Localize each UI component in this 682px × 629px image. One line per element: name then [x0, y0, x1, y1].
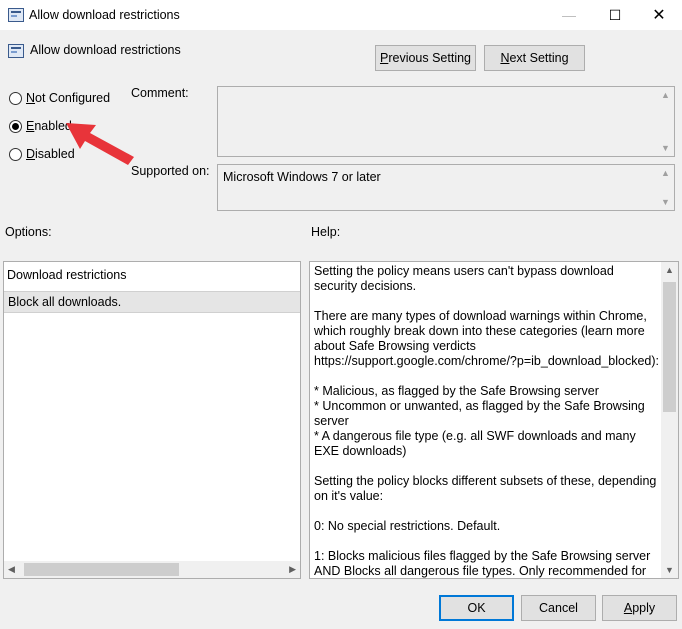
supported-on-label: Supported on:: [131, 164, 210, 178]
radio-mnemonic: D: [26, 147, 36, 161]
comment-scrollbar[interactable]: ▲ ▼: [657, 87, 674, 156]
selected-value: Block all downloads.: [8, 295, 122, 309]
window-title: Allow download restrictions: [29, 8, 180, 22]
previous-mnemonic: P: [379, 51, 389, 65]
supported-on-field: Microsoft Windows 7 or later ▲ ▼: [217, 164, 675, 211]
supported-on-value: Microsoft Windows 7 or later: [223, 170, 381, 184]
download-restrictions-label: Download restrictions: [7, 268, 127, 282]
policy-name: Allow download restrictions: [30, 43, 181, 57]
scroll-left-icon[interactable]: ◀: [8, 564, 15, 575]
apply-label: pply: [632, 601, 656, 615]
scroll-up-icon[interactable]: ▲: [661, 265, 678, 275]
supported-scrollbar[interactable]: ▲ ▼: [657, 165, 674, 210]
minimize-icon[interactable]: —: [546, 0, 592, 30]
help-panel: Setting the policy means users can't byp…: [309, 261, 679, 579]
close-icon[interactable]: ✕: [636, 0, 682, 30]
previous-setting-button[interactable]: Previous Setting: [375, 45, 476, 71]
cancel-button[interactable]: Cancel: [521, 595, 596, 621]
help-text: Setting the policy means users can't byp…: [314, 264, 660, 578]
radio-mnemonic: N: [26, 91, 36, 105]
help-scrollbar[interactable]: ▲ ▼: [661, 262, 678, 578]
scroll-down-icon[interactable]: ▼: [657, 197, 674, 207]
options-hscrollbar[interactable]: ◀ ▶: [4, 561, 300, 578]
help-scroll-thumb[interactable]: [663, 282, 676, 412]
radio-circle-checked: [9, 120, 22, 133]
scroll-down-icon[interactable]: ▼: [657, 143, 674, 153]
annotation-arrow-icon: [66, 123, 134, 165]
scroll-down-icon[interactable]: ▼: [661, 565, 678, 575]
ok-button[interactable]: OK: [439, 595, 514, 621]
policy-app-icon: [8, 8, 24, 22]
help-label: Help:: [311, 225, 341, 239]
download-restrictions-select[interactable]: Block all downloads.: [4, 291, 300, 313]
maximize-icon[interactable]: ☐: [592, 0, 638, 30]
scroll-up-icon[interactable]: ▲: [657, 90, 674, 100]
options-label: Options:: [5, 225, 52, 239]
radio-circle: [9, 92, 22, 105]
apply-button[interactable]: Apply: [602, 595, 677, 621]
title-bar: Allow download restrictions — ☐ ✕: [0, 0, 682, 30]
comment-field[interactable]: ▲ ▼: [217, 86, 675, 157]
previous-label: revious Setting: [388, 51, 472, 65]
policy-setting-icon: [8, 44, 24, 58]
radio-circle: [9, 148, 22, 161]
radio-label: ot Configured: [35, 91, 111, 105]
comment-label: Comment:: [131, 86, 189, 100]
next-setting-button[interactable]: Next Setting: [484, 45, 585, 71]
next-mnemonic: N: [500, 51, 510, 65]
next-label: ext Setting: [509, 51, 569, 65]
scroll-up-icon[interactable]: ▲: [657, 168, 674, 178]
apply-mnemonic: A: [623, 601, 633, 615]
options-panel: Download restrictions Block all download…: [3, 261, 301, 579]
options-hscroll-thumb[interactable]: [24, 563, 179, 576]
scroll-right-icon[interactable]: ▶: [289, 564, 296, 575]
